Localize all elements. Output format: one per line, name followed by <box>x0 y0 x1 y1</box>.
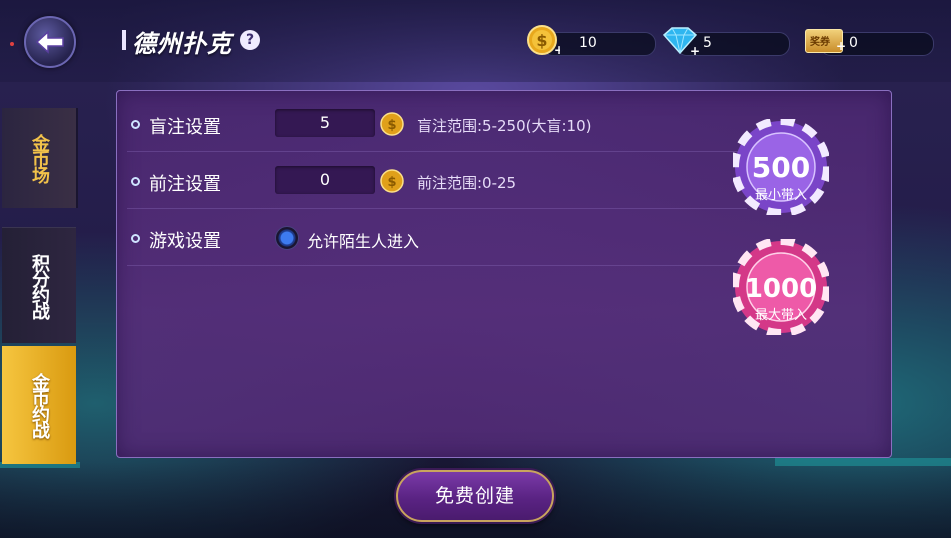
ante-range: 前注范围:0-25 <box>417 174 517 192</box>
tab-gold-field[interactable]: 金币场 <box>2 108 78 208</box>
tab-points-match[interactable]: 积分约战 <box>2 227 76 343</box>
coin-icon: $ <box>380 112 404 136</box>
svg-text:+: + <box>554 43 560 56</box>
ante-label: 前注设置 <box>149 174 221 195</box>
table-edge-right <box>775 458 951 466</box>
gold-value: 10 <box>579 35 597 51</box>
bullet-icon <box>131 234 140 243</box>
back-arrow-icon <box>35 30 64 54</box>
svg-text:+: + <box>690 44 700 56</box>
max-buyin-chip[interactable]: 1000 最大带入 <box>733 239 829 335</box>
svg-text:$: $ <box>387 118 396 133</box>
min-buyin-caption: 最小带入 <box>755 188 807 203</box>
page-title: 德州扑克 <box>132 30 232 58</box>
allow-strangers-radio[interactable] <box>275 226 299 250</box>
min-buyin-amount: 500 <box>752 151 810 184</box>
ticket-plus-icon: + <box>836 39 847 53</box>
tab-gold-match[interactable]: 金币约战 <box>2 346 76 464</box>
blind-label: 盲注设置 <box>149 117 221 138</box>
settings-panel: 盲注设置 5 $ 盲注范围:5-250(大盲:10) 前注设置 0 $ 前注范围… <box>116 90 892 458</box>
ticket-value: 0 <box>849 35 858 51</box>
bullet-icon <box>131 177 140 186</box>
back-button[interactable] <box>24 16 76 68</box>
blind-range: 盲注范围:5-250(大盲:10) <box>417 117 592 135</box>
ticket-icon: 奖券 + <box>805 29 847 53</box>
coin-icon: $ <box>380 169 404 193</box>
notification-dot <box>10 42 14 46</box>
blind-input[interactable]: 5 <box>275 109 375 137</box>
game-label: 游戏设置 <box>149 231 221 252</box>
svg-text:$: $ <box>536 31 547 50</box>
free-create-button[interactable]: 免费创建 <box>396 470 554 522</box>
gold-coin-icon: $ + <box>527 25 560 56</box>
bullet-icon <box>131 120 140 129</box>
diamond-value: 5 <box>703 35 712 51</box>
max-buyin-amount: 1000 <box>745 274 817 304</box>
help-icon[interactable]: ? <box>240 30 260 50</box>
game-setting-row: 游戏设置 允许陌生人进入 <box>127 209 747 266</box>
ante-setting-row: 前注设置 0 $ 前注范围:0-25 <box>127 152 747 209</box>
ante-input[interactable]: 0 <box>275 166 375 194</box>
svg-text:$: $ <box>387 175 396 190</box>
diamond-icon: + <box>662 27 700 56</box>
min-buyin-chip[interactable]: 500 最小带入 <box>733 119 829 215</box>
max-buyin-caption: 最大带入 <box>755 308 807 323</box>
blind-setting-row: 盲注设置 5 $ 盲注范围:5-250(大盲:10) <box>127 95 747 152</box>
ticket-label: 奖券 <box>810 37 830 48</box>
allow-strangers-label: 允许陌生人进入 <box>307 232 420 251</box>
title-marker <box>122 30 126 50</box>
